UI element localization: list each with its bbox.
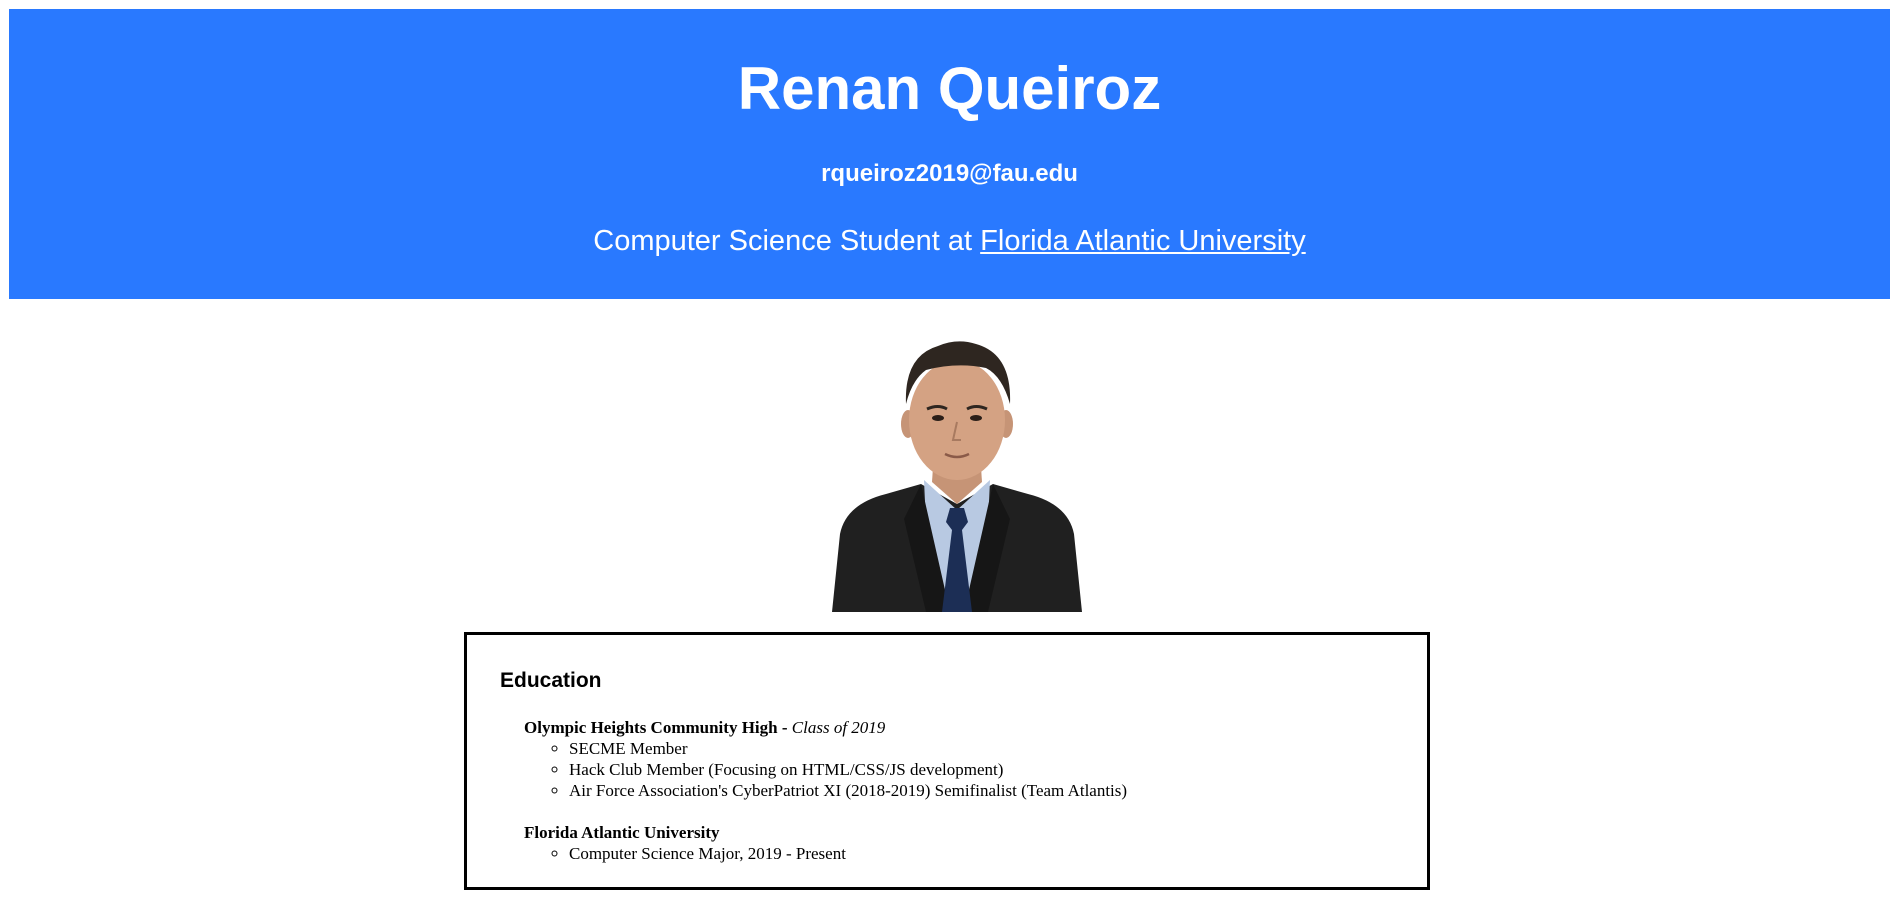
- page-header: Renan Queiroz rqueiroz2019@fau.edu Compu…: [9, 9, 1890, 299]
- education-heading: Education: [500, 669, 602, 692]
- email-address: rqueiroz2019@fau.edu: [821, 160, 1078, 187]
- activity-list: Computer Science Major, 2019 - Present: [524, 843, 846, 864]
- tagline: Computer Science Student at Florida Atla…: [9, 227, 1890, 256]
- list-item: Hack Club Member (Focusing on HTML/CSS/J…: [569, 759, 1127, 780]
- school-entry-olympic-heights: Olympic Heights Community High - Class o…: [524, 717, 1127, 801]
- profile-photo: [832, 341, 1082, 612]
- school-detail: Class of 2019: [791, 718, 886, 737]
- school-title: Olympic Heights Community High - Class o…: [524, 717, 1127, 738]
- activity-list: SECME Member Hack Club Member (Focusing …: [524, 738, 1127, 801]
- education-section: Education Olympic Heights Community High…: [464, 632, 1430, 890]
- list-item: SECME Member: [569, 738, 1127, 759]
- left-eye: [932, 415, 944, 421]
- list-item: Air Force Association's CyberPatriot XI …: [569, 780, 1127, 801]
- page-title: Renan Queiroz: [737, 55, 1162, 122]
- tagline-text: Computer Science Student at: [593, 225, 981, 257]
- right-eye: [970, 415, 982, 421]
- school-entry-fau: Florida Atlantic University Computer Sci…: [524, 822, 846, 864]
- face: [909, 360, 1005, 480]
- university-link[interactable]: Florida Atlantic University: [980, 225, 1306, 257]
- school-name: Olympic Heights Community High: [524, 718, 778, 737]
- school-separator: -: [777, 718, 792, 737]
- school-name: Florida Atlantic University: [524, 823, 720, 842]
- list-item: Computer Science Major, 2019 - Present: [569, 843, 846, 864]
- school-title: Florida Atlantic University: [524, 822, 846, 843]
